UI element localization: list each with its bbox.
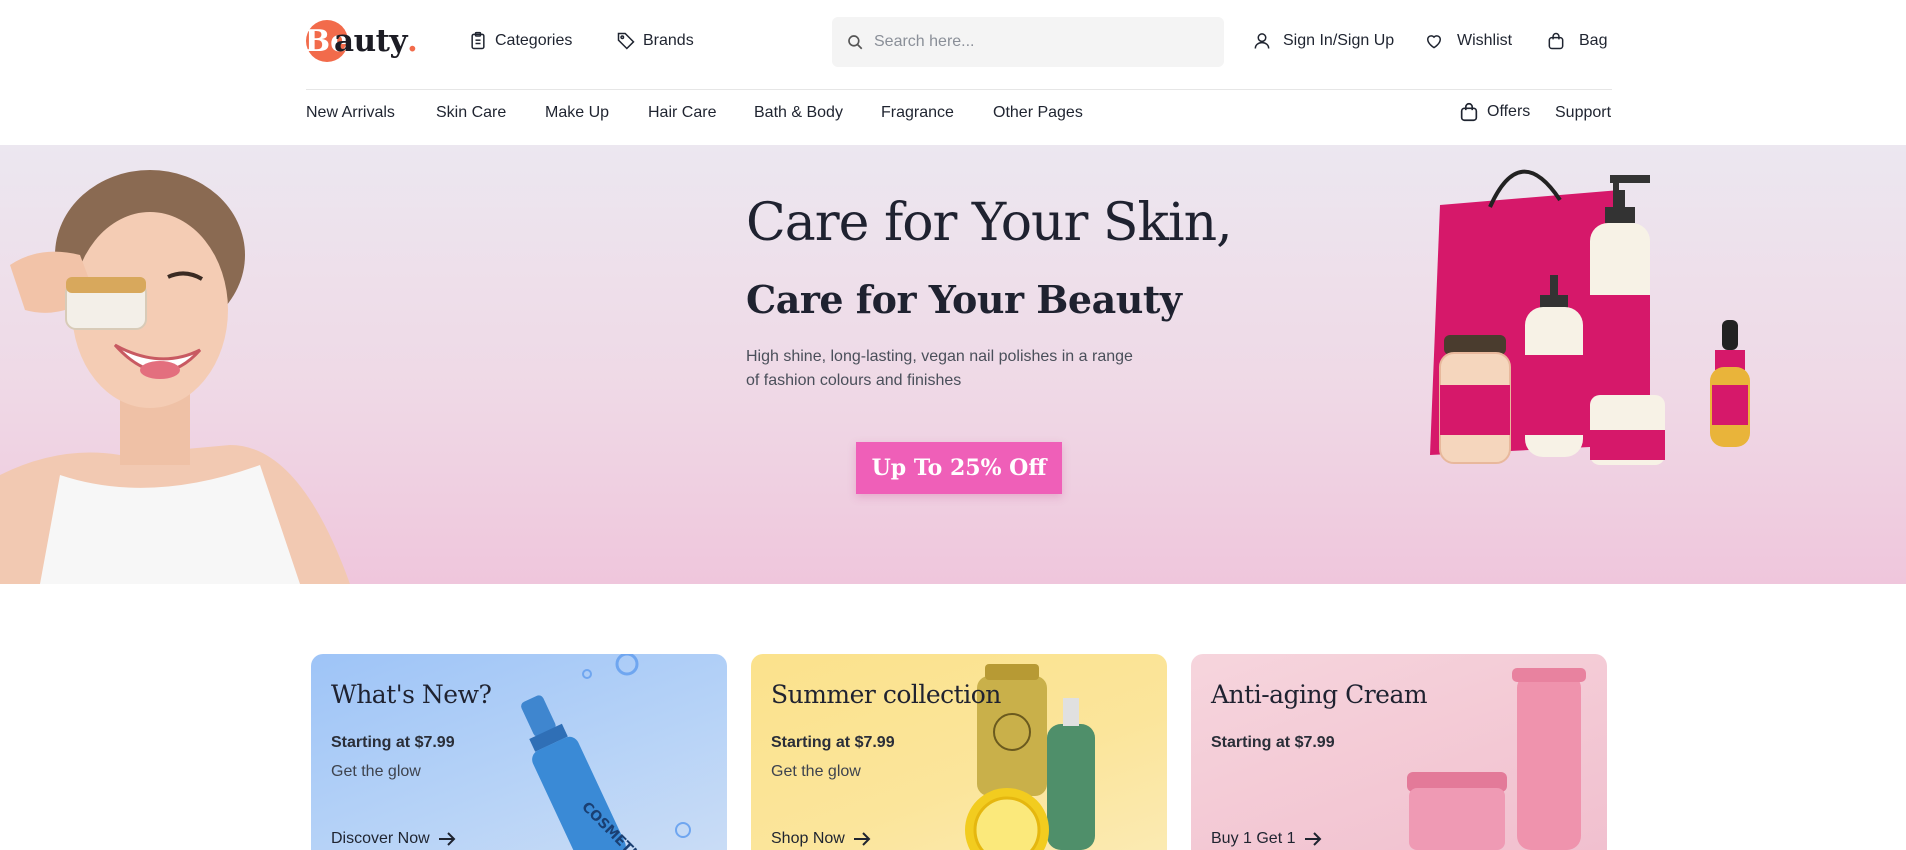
hero-description: High shine, long-lasting, vegan nail pol… <box>746 348 1133 389</box>
wishlist-label: Wishlist <box>1457 32 1513 49</box>
tag-icon <box>617 32 635 50</box>
offers-label: Offers <box>1487 103 1531 120</box>
hero-title-line1: Care for Your Skin, <box>746 193 1233 253</box>
nav-item-new-arrivals[interactable]: New Arrivals <box>306 104 395 122</box>
bag-link[interactable]: Bag <box>1546 28 1607 54</box>
brand-logo[interactable]: Be auty . <box>305 20 418 62</box>
user-icon <box>1254 33 1270 49</box>
bag-icon <box>1548 32 1564 50</box>
shopping-bag-icon <box>1460 103 1478 122</box>
card-title: Summer collection <box>771 680 1001 709</box>
card-price: Starting at $7.99 <box>331 734 455 751</box>
buy-one-get-one-link[interactable]: Buy 1 Get 1 <box>1211 830 1322 848</box>
main-nav: New Arrivals Skin Care Make Up Hair Care… <box>306 90 1612 145</box>
logo-dot: . <box>406 23 418 59</box>
nav-item-fragrance[interactable]: Fragrance <box>881 104 954 122</box>
promo-card-anti-aging[interactable]: Anti-aging Cream Starting at $7.99 Buy 1… <box>1191 654 1607 850</box>
search-icon <box>848 35 863 50</box>
model-image <box>0 170 350 584</box>
card-title: Anti-aging Cream <box>1211 680 1428 709</box>
bag-label: Bag <box>1579 32 1608 49</box>
search-input[interactable] <box>874 33 1214 51</box>
sign-in-label: Sign In/Sign Up <box>1283 32 1395 49</box>
nav-item-hair-care[interactable]: Hair Care <box>648 104 716 122</box>
header-top-bar: Be auty . Categories Brands Sign In/Sign… <box>305 0 1612 90</box>
support-link[interactable]: Support <box>1555 104 1611 122</box>
nav-item-make-up[interactable]: Make Up <box>545 104 609 122</box>
promo-card-whats-new[interactable]: COSMETIC What's New? Starting at $7.99 G… <box>311 654 727 850</box>
card-subtitle: Get the glow <box>771 763 861 780</box>
card-link-label: Discover Now <box>331 830 430 847</box>
offers-link[interactable]: Offers <box>1458 101 1530 123</box>
card-title: What's New? <box>331 680 492 709</box>
hero-title-line2: Care for Your Beauty <box>746 277 1182 322</box>
cosmetic-bottle-image: COSMETIC <box>521 654 691 850</box>
discover-now-link[interactable]: Discover Now <box>331 830 456 848</box>
clipboard-icon <box>471 31 485 50</box>
brands-label: Brands <box>643 32 694 49</box>
categories-link[interactable]: Categories <box>468 28 572 54</box>
offer-cta-button[interactable]: Up To 25% Off <box>856 442 1062 494</box>
nav-item-skin-care[interactable]: Skin Care <box>436 104 506 122</box>
arrow-right-icon <box>438 832 456 846</box>
brands-link[interactable]: Brands <box>616 28 694 54</box>
card-subtitle: Get the glow <box>331 763 421 780</box>
shop-now-link[interactable]: Shop Now <box>771 830 871 848</box>
nav-item-bath-body[interactable]: Bath & Body <box>754 104 843 122</box>
sign-in-link[interactable]: Sign In/Sign Up <box>1252 28 1394 54</box>
heart-icon <box>1426 35 1442 49</box>
hero-banner: Care for Your Skin, Care for Your Beauty… <box>0 145 1906 584</box>
promo-card-summer[interactable]: Summer collection Starting at $7.99 Get … <box>751 654 1167 850</box>
card-price: Starting at $7.99 <box>1211 734 1335 751</box>
nav-item-other-pages[interactable]: Other Pages <box>993 104 1083 122</box>
categories-label: Categories <box>495 32 573 49</box>
arrow-right-icon <box>1304 832 1321 846</box>
arrow-right-icon <box>853 832 871 846</box>
logo-text: auty <box>334 23 407 59</box>
card-link-label: Shop Now <box>771 830 845 847</box>
card-price: Starting at $7.99 <box>771 734 895 751</box>
search-box <box>832 17 1224 67</box>
products-image <box>1430 169 1750 465</box>
card-link-label: Buy 1 Get 1 <box>1211 830 1296 847</box>
wishlist-link[interactable]: Wishlist <box>1424 28 1512 54</box>
